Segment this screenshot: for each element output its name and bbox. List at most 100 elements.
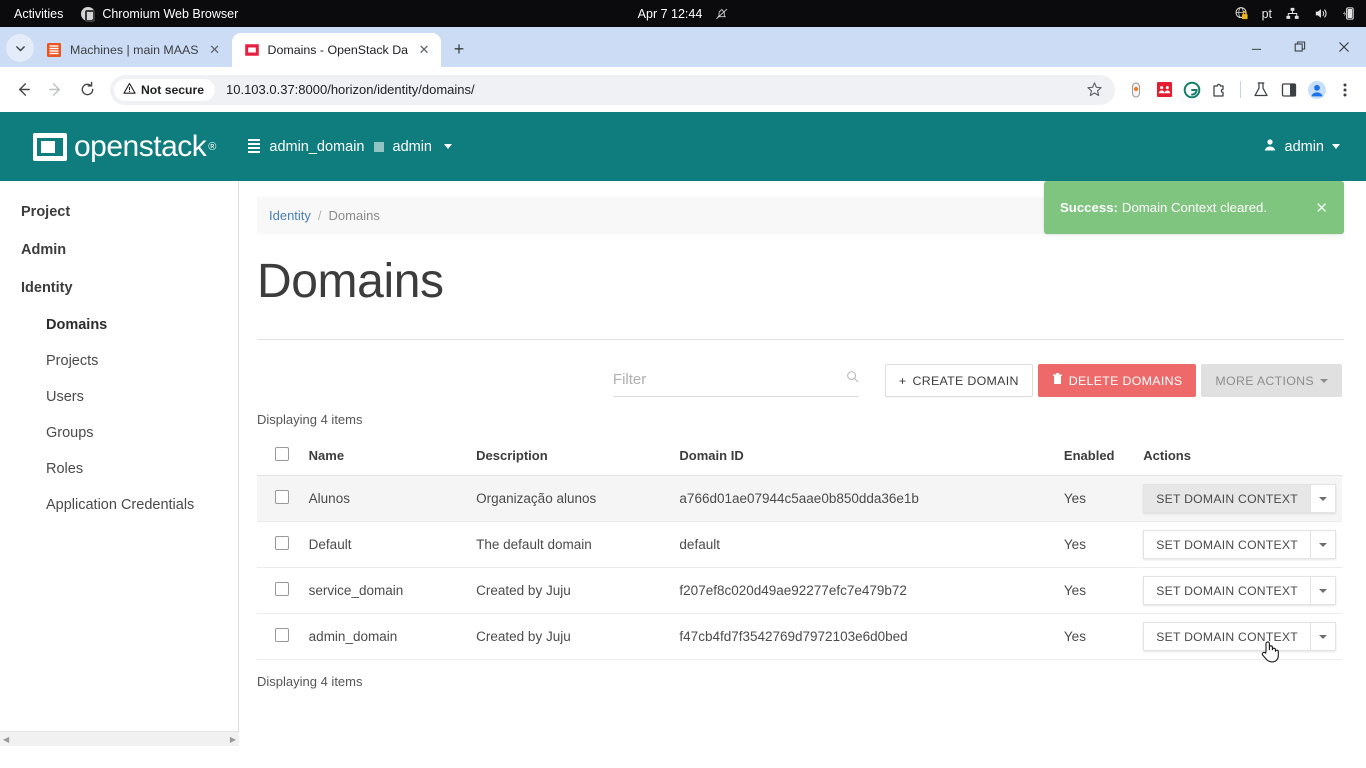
page-viewport: openstack ® admin_domain admin admin Pro… (0, 112, 1366, 746)
table-row[interactable]: admin_domain Created by Juju f47cb4fd7f3… (257, 613, 1342, 660)
table-row[interactable]: Default The default domain default Yes S… (257, 521, 1342, 568)
create-domain-label: CREATE DOMAIN (912, 373, 1019, 388)
new-tab-button[interactable]: + (445, 35, 473, 63)
table-row[interactable]: service_domain Created by Juju f207ef8c0… (257, 567, 1342, 614)
row-actions-dropdown-toggle[interactable] (1310, 484, 1336, 513)
tab-search-button[interactable] (6, 34, 34, 62)
toast-prefix: Success: (1060, 200, 1118, 215)
activities-button[interactable]: Activities (14, 7, 63, 21)
sidebar-group-identity[interactable]: Identity (0, 269, 238, 307)
user-menu[interactable]: admin (1263, 138, 1340, 156)
delete-domains-button[interactable]: DELETE DOMAINS (1037, 364, 1197, 397)
set-domain-context-button[interactable]: SET DOMAIN CONTEXT (1143, 530, 1310, 559)
row-actions: SET DOMAIN CONTEXT (1137, 475, 1342, 522)
column-header-actions: Actions (1137, 439, 1342, 476)
caret-down-icon (1320, 378, 1328, 383)
select-all-checkbox[interactable] (275, 447, 289, 461)
row-checkbox[interactable] (275, 536, 289, 550)
sidebar-horizontal-scrollbar[interactable]: ◀ ▶ (0, 731, 239, 746)
row-actions-dropdown-toggle[interactable] (1310, 576, 1336, 605)
browser-tab-openstack[interactable]: Domains - OpenStack Da ✕ (231, 33, 442, 67)
table-header-row: Name Description Domain ID Enabled Actio… (257, 439, 1342, 476)
column-header-name[interactable]: Name (302, 439, 471, 476)
pill-extension-icon[interactable] (1123, 77, 1149, 103)
row-name[interactable]: service_domain (302, 567, 471, 614)
more-actions-button[interactable]: MORE ACTIONS (1201, 364, 1342, 397)
star-icon[interactable] (1081, 77, 1107, 103)
sidebar-item-roles[interactable]: Roles (0, 451, 238, 487)
row-name[interactable]: Alunos (302, 475, 471, 522)
sidebar-item-domains[interactable]: Domains (0, 307, 238, 343)
grammarly-icon[interactable] (1179, 77, 1205, 103)
create-domain-button[interactable]: + CREATE DOMAIN (884, 364, 1033, 397)
browser-tab-maas[interactable]: Machines | main MAAS ✕ (34, 33, 232, 67)
window-minimize-button[interactable] (1234, 30, 1278, 64)
three-dot-menu-icon[interactable] (1332, 77, 1358, 103)
set-domain-context-button[interactable]: SET DOMAIN CONTEXT (1143, 484, 1310, 513)
window-maximize-button[interactable] (1278, 30, 1322, 64)
sidebar-item-users[interactable]: Users (0, 379, 238, 415)
sidebar-group-admin[interactable]: Admin (0, 231, 238, 269)
browser-tab-strip: Machines | main MAAS ✕ Domains - OpenSta… (0, 27, 1366, 67)
row-actions-dropdown-toggle[interactable] (1310, 530, 1336, 559)
keyboard-layout-indicator[interactable]: pt (1262, 7, 1272, 21)
main-content: Success: Domain Context cleared. ✕ Ident… (239, 181, 1366, 746)
row-select-cell (257, 613, 303, 660)
caret-down-icon (1319, 542, 1327, 547)
success-toast: Success: Domain Context cleared. ✕ (1044, 181, 1344, 234)
column-header-domain-id[interactable]: Domain ID (673, 439, 1058, 476)
row-actions-dropdown-toggle[interactable] (1310, 622, 1336, 651)
column-header-description[interactable]: Description (470, 439, 674, 476)
triangle-left-icon[interactable]: ◀ (3, 735, 9, 744)
column-header-enabled[interactable]: Enabled (1057, 439, 1138, 476)
sidebar-item-groups[interactable]: Groups (0, 415, 238, 451)
row-name[interactable]: Default (302, 521, 471, 568)
url-text[interactable]: 10.103.0.37:8000/horizon/identity/domain… (226, 82, 1081, 97)
close-icon[interactable]: ✕ (207, 42, 223, 58)
row-checkbox[interactable] (275, 628, 289, 642)
tab-title: Machines | main MAAS (70, 43, 199, 57)
address-bar[interactable]: Not secure 10.103.0.37:8000/horizon/iden… (110, 74, 1115, 105)
back-button[interactable] (8, 75, 38, 105)
close-icon[interactable]: ✕ (416, 42, 432, 58)
row-domain-id: a766d01ae07944c5aae0b850dda36e1b (673, 475, 1058, 522)
search-icon[interactable] (846, 370, 859, 388)
item-count-bottom: Displaying 4 items (257, 674, 363, 689)
item-count-top: Displaying 4 items (257, 412, 363, 427)
reload-button[interactable] (72, 75, 102, 105)
row-actions: SET DOMAIN CONTEXT (1137, 521, 1342, 568)
gnome-system-tray[interactable]: pt (1234, 0, 1356, 27)
triangle-right-icon[interactable]: ▶ (230, 735, 236, 744)
sidebar-group-project[interactable]: Project (0, 193, 238, 231)
table-row[interactable]: Alunos Organização alunos a766d01ae07944… (257, 475, 1342, 522)
breadcrumb-identity-link[interactable]: Identity (269, 208, 311, 223)
sidebar-item-projects[interactable]: Projects (0, 343, 238, 379)
search-input[interactable]: Filter (612, 370, 859, 397)
site-security-indicator[interactable]: Not secure (114, 78, 215, 101)
close-icon[interactable]: ✕ (1315, 199, 1328, 217)
security-label: Not secure (141, 82, 204, 97)
caret-down-icon (1319, 496, 1327, 501)
context-switcher[interactable]: admin_domain admin (248, 138, 452, 155)
row-name[interactable]: admin_domain (302, 613, 471, 660)
gnome-clock-area[interactable]: Apr 7 12:44 (638, 7, 729, 21)
row-checkbox[interactable] (275, 490, 289, 504)
openstack-logo[interactable]: openstack ® (30, 127, 216, 167)
browser-toolbar: Not secure 10.103.0.37:8000/horizon/iden… (0, 67, 1366, 112)
forward-button[interactable] (40, 75, 70, 105)
set-domain-context-button[interactable]: SET DOMAIN CONTEXT (1143, 622, 1310, 651)
side-panel-icon[interactable] (1276, 77, 1302, 103)
row-checkbox[interactable] (275, 582, 289, 596)
active-app-indicator[interactable]: Chromium Web Browser (81, 6, 238, 22)
delete-domains-label: DELETE DOMAINS (1068, 373, 1183, 388)
profile-avatar-icon[interactable] (1304, 77, 1330, 103)
row-description: Created by Juju (470, 613, 674, 660)
search-placeholder: Filter (612, 370, 647, 388)
sidebar-item-application-credentials[interactable]: Application Credentials (0, 487, 238, 523)
puzzle-extensions-icon[interactable] (1207, 77, 1233, 103)
flask-labs-icon[interactable] (1248, 77, 1274, 103)
context-project-label: admin (392, 138, 433, 155)
set-domain-context-button[interactable]: SET DOMAIN CONTEXT (1143, 576, 1310, 605)
window-close-button[interactable] (1322, 30, 1366, 64)
red-square-extension-icon[interactable] (1151, 77, 1177, 103)
